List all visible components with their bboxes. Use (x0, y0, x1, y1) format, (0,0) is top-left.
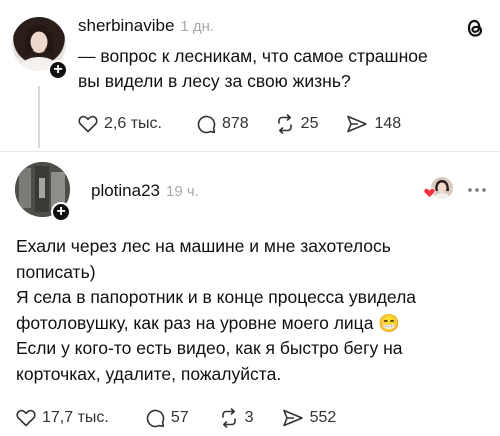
reply-username[interactable]: plotina23 (91, 181, 160, 201)
reply-count: 878 (221, 115, 249, 132)
like-button[interactable]: 17,7 тыс. (16, 409, 109, 427)
post-actions: 2,6 тыс. 878 25 148 (78, 114, 401, 134)
post-header: sherbinavibe 1 дн. (78, 16, 214, 36)
heart-icon (423, 187, 436, 199)
reply-button[interactable]: 57 (145, 408, 189, 428)
reply-actions: 17,7 тыс. 57 3 552 (16, 408, 336, 428)
reply-text-line: корточках, удалите, пожалуйста. (16, 363, 282, 384)
post-text-line: вы видели в лесу за свою жизнь? (78, 71, 351, 91)
comment-icon (146, 409, 165, 428)
like-button[interactable]: 2,6 тыс. (78, 115, 162, 133)
comment-icon (197, 115, 216, 134)
share-button[interactable]: 148 (346, 114, 401, 134)
reply-timestamp: 19 ч. (166, 183, 199, 200)
post-text: — вопрос к лесникам, что самое страшное … (78, 44, 428, 94)
post-text-line: — вопрос к лесникам, что самое страшное (78, 46, 428, 66)
reply-text: Ехали через лес на машине и мне захотело… (16, 234, 416, 387)
post-timestamp: 1 дн. (180, 18, 215, 35)
share-count: 148 (374, 115, 402, 132)
post-username[interactable]: sherbinavibe (78, 16, 174, 36)
repost-button[interactable]: 25 (275, 114, 319, 134)
heart-icon (78, 115, 98, 133)
send-icon (347, 115, 368, 133)
reply-button[interactable]: 878 (196, 114, 249, 134)
author-liked-indicator (423, 176, 459, 202)
divider (0, 151, 500, 152)
repost-icon (221, 408, 236, 428)
thread-connector-line (38, 86, 40, 148)
send-icon (282, 409, 303, 427)
share-button[interactable]: 552 (282, 408, 337, 428)
reply-text-line: Ехали через лес на машине и мне захотело… (16, 236, 391, 256)
like-count: 17,7 тыс. (42, 409, 109, 426)
like-count: 2,6 тыс. (104, 115, 162, 132)
share-count: 552 (309, 409, 337, 426)
reply-text-line: фотоловушку, как раз на уровне моего лиц… (16, 312, 401, 333)
threads-logo-icon[interactable] (464, 16, 486, 45)
reply-count: 57 (170, 409, 189, 426)
reply-header: plotina23 19 ч. (91, 181, 199, 201)
heart-icon (16, 409, 36, 427)
follow-plus-button[interactable]: + (51, 202, 71, 222)
repost-count: 3 (244, 409, 254, 426)
follow-plus-button[interactable]: + (48, 60, 68, 80)
more-dots-icon[interactable] (467, 180, 487, 198)
reply-text-line: пописать) (16, 261, 96, 282)
reply-text-line: Я села в папоротник и в конце процесса у… (16, 287, 417, 307)
repost-icon (277, 114, 292, 134)
repost-count: 25 (300, 115, 319, 132)
repost-button[interactable]: 3 (219, 408, 254, 428)
reply-text-line: Если у кого-то есть видео, как я быстро … (16, 338, 403, 358)
